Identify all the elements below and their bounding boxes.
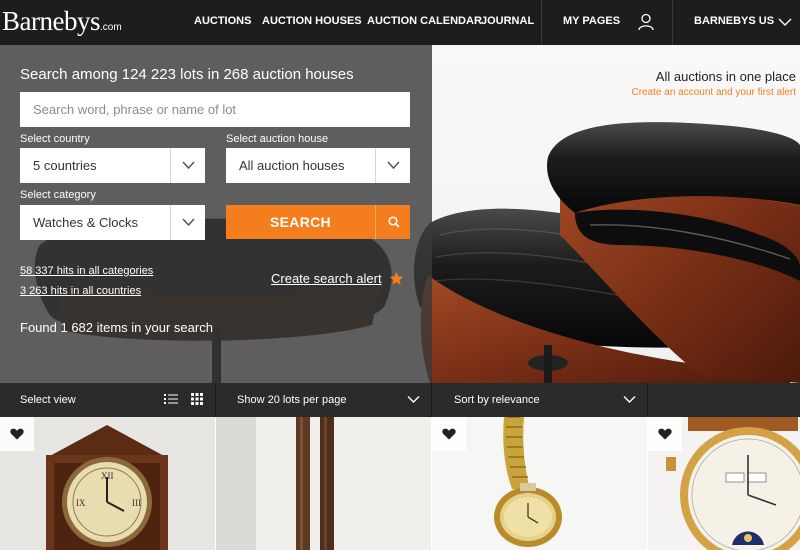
top-navigation: Barnebys.com AUCTIONS AUCTION HOUSES AUC…: [0, 0, 800, 45]
chevron-down-icon: [182, 218, 195, 227]
heart-icon: [442, 428, 456, 440]
star-icon[interactable]: [389, 271, 404, 286]
toolbar-divider: [215, 383, 216, 417]
auction-house-label: Select auction house: [226, 133, 329, 145]
create-search-alert-link[interactable]: Create search alert: [271, 271, 382, 286]
chevron-down-icon: [387, 161, 400, 170]
favorite-button[interactable]: [432, 417, 466, 451]
country-label: Select country: [20, 133, 90, 145]
category-select-toggle[interactable]: [170, 205, 205, 240]
lot-card[interactable]: [648, 417, 800, 550]
category-select[interactable]: Watches & Clocks: [20, 205, 205, 240]
nav-divider: [672, 0, 673, 45]
nav-my-pages[interactable]: MY PAGES: [563, 15, 620, 27]
lot-image: [216, 417, 431, 550]
svg-text:III: III: [132, 498, 141, 508]
search-input[interactable]: [20, 92, 410, 127]
chevron-down-icon[interactable]: [778, 15, 792, 29]
results-toolbar: Select view Show 20 lots per page Sort b…: [0, 383, 800, 417]
sort-select[interactable]: Sort by relevance: [454, 394, 540, 406]
auction-house-select-toggle[interactable]: [375, 148, 410, 183]
hero-section: Search among 124 223 lots in 268 auction…: [0, 45, 800, 383]
lot-grid: XII III IX: [0, 417, 800, 550]
select-view-label: Select view: [20, 394, 76, 406]
toolbar-divider: [431, 383, 432, 417]
nav-auction-calendar[interactable]: AUCTION CALENDAR: [367, 15, 482, 27]
favorite-button[interactable]: [0, 417, 34, 451]
chevron-down-icon: [182, 161, 195, 170]
chevron-down-icon[interactable]: [623, 395, 636, 404]
toolbar-divider: [647, 383, 648, 417]
country-select-toggle[interactable]: [170, 148, 205, 183]
barnebys-logo[interactable]: Barnebys.com: [2, 6, 122, 37]
search-icon: [388, 216, 400, 228]
auction-house-select-value: All auction houses: [239, 158, 345, 173]
heart-icon: [658, 428, 672, 440]
search-panel: Search among 124 223 lots in 268 auction…: [0, 45, 432, 383]
chevron-down-icon[interactable]: [407, 395, 420, 404]
create-account-link[interactable]: Create an account and your first alert: [631, 87, 796, 98]
hits-all-categories-link[interactable]: 58 337 hits in all categories: [20, 265, 153, 277]
lot-card[interactable]: [216, 417, 431, 550]
hits-all-countries-link[interactable]: 3 263 hits in all countries: [20, 285, 141, 297]
lot-card[interactable]: XII III IX: [0, 417, 215, 550]
nav-auction-houses[interactable]: AUCTION HOUSES: [262, 15, 362, 27]
auction-house-select[interactable]: All auction houses: [226, 148, 410, 183]
svg-text:IX: IX: [76, 498, 86, 508]
results-count: Found 1 682 items in your search: [20, 320, 213, 335]
country-select[interactable]: 5 countries: [20, 148, 205, 183]
logo-suffix: .com: [99, 22, 122, 33]
nav-auctions[interactable]: AUCTIONS: [194, 15, 251, 27]
user-icon[interactable]: [638, 13, 654, 31]
category-select-value: Watches & Clocks: [33, 215, 138, 230]
country-select-value: 5 countries: [33, 158, 97, 173]
list-view-icon[interactable]: [164, 393, 178, 405]
search-icon-button[interactable]: [375, 205, 410, 239]
nav-journal[interactable]: JOURNAL: [481, 15, 534, 27]
nav-divider: [541, 0, 542, 45]
heart-icon: [10, 428, 24, 440]
search-button[interactable]: SEARCH: [226, 205, 375, 239]
per-page-select[interactable]: Show 20 lots per page: [237, 394, 346, 406]
favorite-button[interactable]: [648, 417, 682, 451]
nav-region-selector[interactable]: BARNEBYS US: [694, 15, 774, 27]
lot-card[interactable]: [432, 417, 647, 550]
grid-view-icon[interactable]: [191, 393, 203, 405]
promo-title: All auctions in one place: [655, 69, 796, 84]
category-label: Select category: [20, 189, 96, 201]
search-headline: Search among 124 223 lots in 268 auction…: [20, 66, 354, 83]
